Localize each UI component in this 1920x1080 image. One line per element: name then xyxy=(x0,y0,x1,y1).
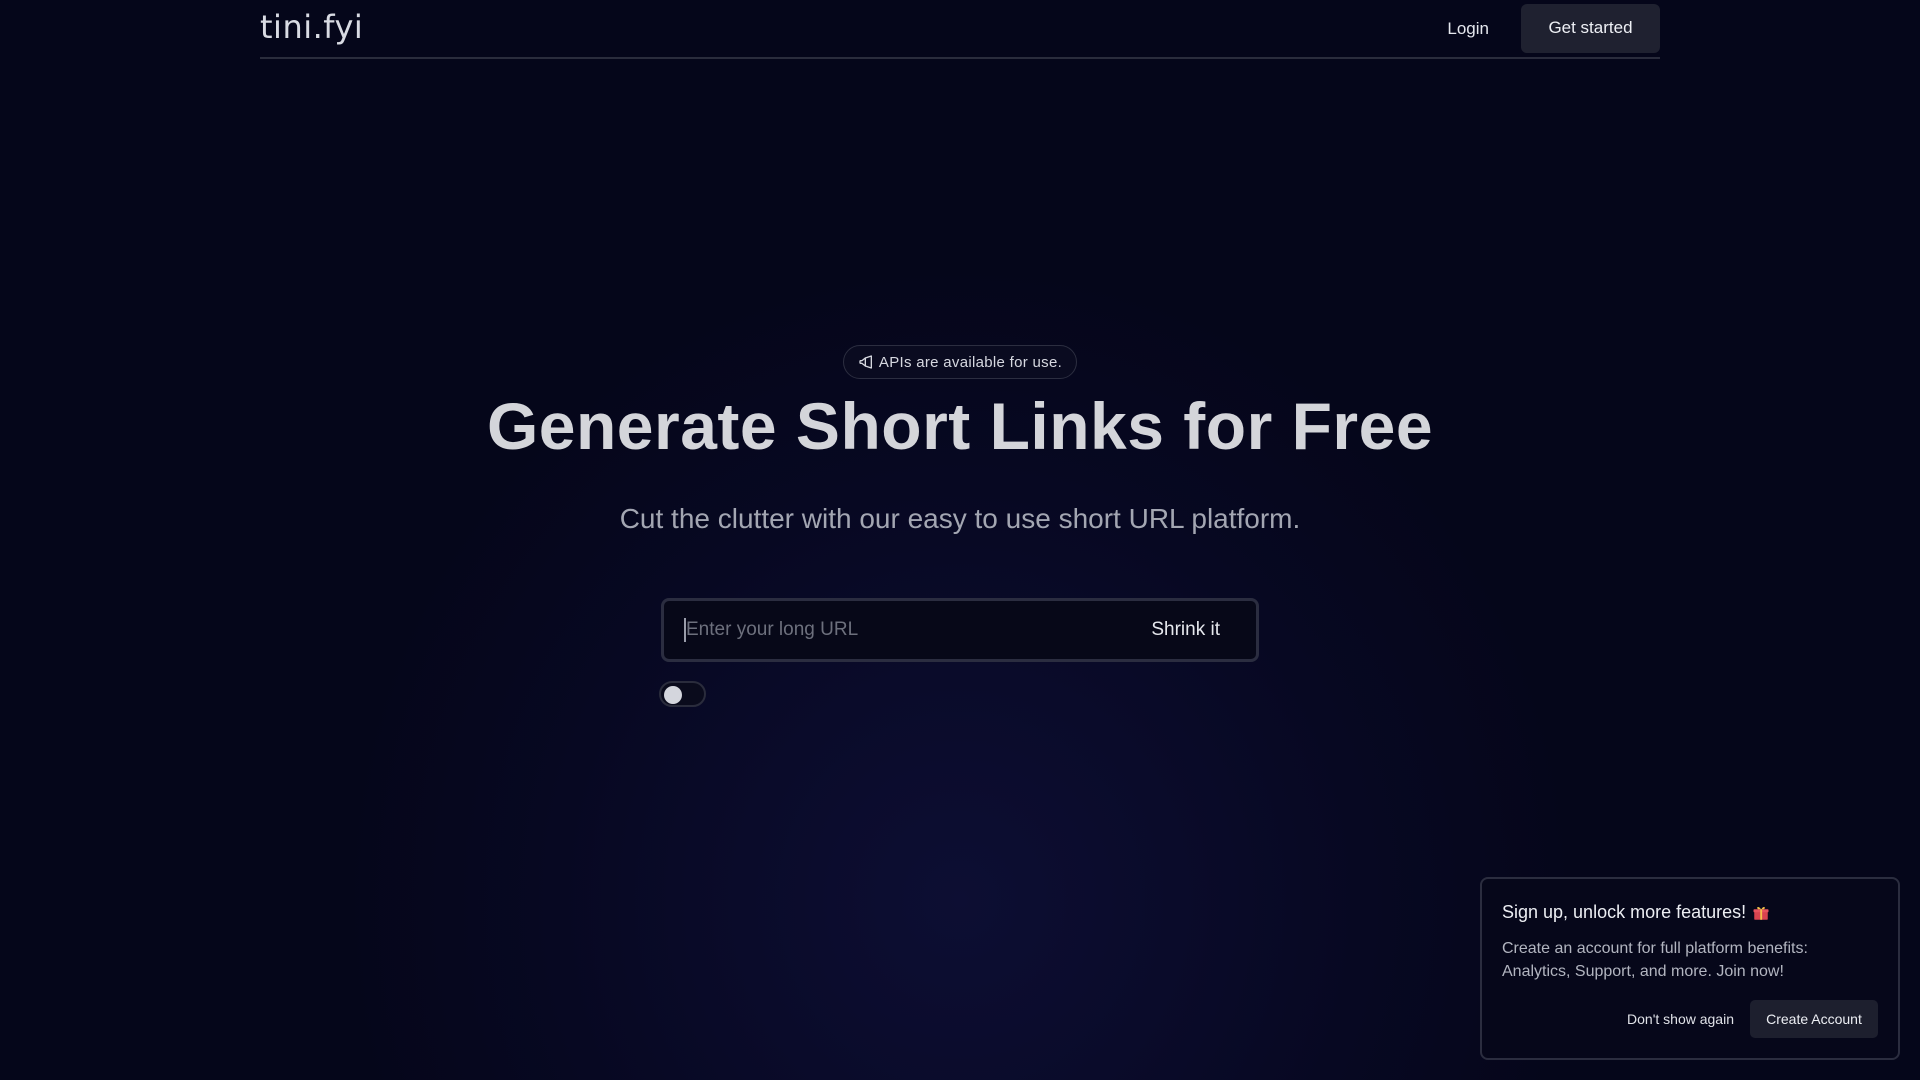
url-form: Shrink it xyxy=(661,598,1259,662)
gift-icon xyxy=(1753,906,1769,920)
popup-title: Sign up, unlock more features! xyxy=(1502,902,1878,923)
login-link[interactable]: Login xyxy=(1447,19,1489,39)
popup-actions: Don't show again Create Account xyxy=(1627,1000,1878,1038)
popup-title-text: Sign up, unlock more features! xyxy=(1502,902,1747,922)
api-badge[interactable]: APIs are available for use. xyxy=(843,345,1077,379)
top-nav: tini.fyi Login Get started xyxy=(260,0,1660,59)
option-toggle[interactable] xyxy=(659,681,706,707)
megaphone-icon xyxy=(859,355,872,369)
signup-popup: Sign up, unlock more features! Create an… xyxy=(1480,877,1900,1060)
create-account-button[interactable]: Create Account xyxy=(1750,1000,1878,1038)
api-badge-text: APIs are available for use. xyxy=(878,353,1063,371)
long-url-input[interactable] xyxy=(664,601,1132,659)
nav-actions: Login Get started xyxy=(1447,0,1660,57)
toggle-knob xyxy=(664,686,682,704)
logo[interactable]: tini.fyi xyxy=(260,8,363,46)
text-caret xyxy=(684,618,686,642)
hero-title: Generate Short Links for Free xyxy=(486,389,1434,463)
popup-body: Create an account for full platform bene… xyxy=(1502,940,1808,980)
shrink-it-button[interactable]: Shrink it xyxy=(1131,601,1256,659)
get-started-button[interactable]: Get started xyxy=(1521,3,1660,53)
dont-show-again-button[interactable]: Don't show again xyxy=(1627,1011,1734,1027)
hero-subtitle: Cut the clutter with our easy to use sho… xyxy=(619,503,1301,534)
